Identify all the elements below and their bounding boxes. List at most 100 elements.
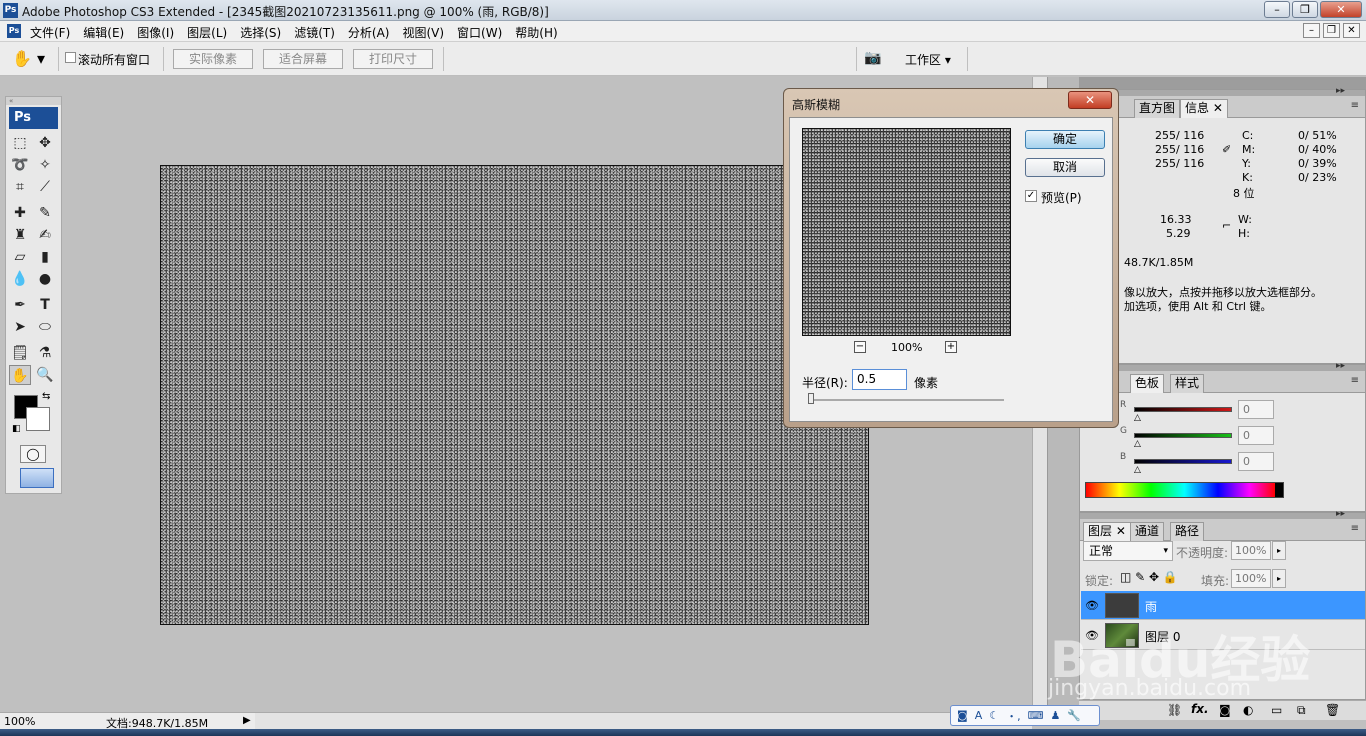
fit-screen-button[interactable]: 适合屏幕 bbox=[263, 49, 343, 69]
color-spectrum-bar[interactable] bbox=[1085, 482, 1284, 498]
menu-select[interactable]: 选择(S) bbox=[240, 24, 281, 41]
menu-file[interactable]: 文件(F) bbox=[30, 24, 70, 41]
clone-stamp-tool-icon[interactable]: ♜ bbox=[9, 225, 31, 245]
color-slider-red[interactable]: R △ 0 bbox=[1120, 400, 1280, 423]
fill-field[interactable]: 100% bbox=[1231, 569, 1271, 588]
blend-mode-select[interactable]: 正常 ▾ bbox=[1083, 541, 1173, 561]
hand-tool-icon[interactable]: ✋ bbox=[9, 365, 31, 385]
minimize-button[interactable]: – bbox=[1264, 1, 1290, 18]
cancel-button[interactable]: 取消 bbox=[1025, 158, 1105, 177]
layer-style-icon[interactable]: fx. bbox=[1191, 702, 1209, 716]
menu-analysis[interactable]: 分析(A) bbox=[348, 24, 390, 41]
layer-row[interactable]: 👁 雨 bbox=[1081, 591, 1365, 620]
document-canvas[interactable] bbox=[160, 165, 869, 625]
maximize-button[interactable]: ❐ bbox=[1292, 1, 1318, 18]
tab-histogram[interactable]: 直方图 bbox=[1134, 99, 1181, 118]
scroll-all-windows-checkbox[interactable] bbox=[65, 52, 76, 63]
panel-menu-icon[interactable]: ≡ bbox=[1351, 523, 1359, 534]
zoom-in-button[interactable]: + bbox=[945, 341, 957, 353]
eraser-tool-icon[interactable]: ▱ bbox=[9, 247, 31, 267]
ime-user-icon[interactable]: ♟ bbox=[1050, 709, 1060, 722]
blue-slider-track[interactable] bbox=[1134, 459, 1232, 464]
ok-button[interactable]: 确定 bbox=[1025, 130, 1105, 149]
palette-grip[interactable]: « bbox=[6, 97, 61, 105]
dodge-tool-icon[interactable]: ● bbox=[34, 269, 56, 289]
ime-keyboard-icon[interactable]: ⌨ bbox=[1028, 709, 1044, 722]
zoom-tool-icon[interactable]: 🔍 bbox=[34, 365, 56, 385]
hand-tool-preset-icon[interactable]: ✋ ▾ bbox=[12, 49, 52, 69]
crop-tool-icon[interactable]: ⌗ bbox=[9, 177, 31, 197]
eyedropper-tool-icon[interactable]: ⚗ bbox=[34, 343, 56, 363]
actual-pixels-button[interactable]: 实际像素 bbox=[173, 49, 253, 69]
slider-thumb-icon[interactable]: △ bbox=[1134, 465, 1141, 475]
menu-window[interactable]: 窗口(W) bbox=[457, 24, 502, 41]
close-button[interactable]: ✕ bbox=[1320, 1, 1362, 18]
doc-minimize-button[interactable]: – bbox=[1303, 23, 1320, 38]
quick-mask-icon[interactable]: ◯ bbox=[20, 445, 46, 463]
zoom-out-button[interactable]: − bbox=[854, 341, 866, 353]
blue-value-field[interactable]: 0 bbox=[1238, 452, 1274, 471]
marquee-tool-icon[interactable]: ⬚ bbox=[9, 133, 31, 153]
menu-view[interactable]: 视图(V) bbox=[402, 24, 444, 41]
history-brush-tool-icon[interactable]: ✍ bbox=[34, 225, 56, 245]
ime-moon-icon[interactable]: ☾ bbox=[989, 709, 999, 722]
opacity-field[interactable]: 100% bbox=[1231, 541, 1271, 560]
move-tool-icon[interactable]: ✥ bbox=[34, 133, 56, 153]
preview-checkbox[interactable]: ✓ bbox=[1025, 190, 1037, 202]
default-colors-icon[interactable]: ◧ bbox=[12, 424, 21, 434]
green-value-field[interactable]: 0 bbox=[1238, 426, 1274, 445]
radius-input[interactable]: 0.5 bbox=[852, 369, 907, 390]
slider-thumb-icon[interactable]: △ bbox=[1134, 439, 1141, 449]
delete-layer-icon[interactable]: 🗑 bbox=[1325, 703, 1340, 717]
opacity-slider-arrow-icon[interactable]: ▸ bbox=[1272, 541, 1286, 560]
adjustment-layer-icon[interactable]: ◐ bbox=[1243, 703, 1253, 717]
menu-help[interactable]: 帮助(H) bbox=[515, 24, 557, 41]
print-size-button[interactable]: 打印尺寸 bbox=[353, 49, 433, 69]
ime-toolbar[interactable]: ◙ A ☾ ・, ⌨ ♟ 🔧 bbox=[950, 705, 1100, 726]
red-value-field[interactable]: 0 bbox=[1238, 400, 1274, 419]
dialog-close-button[interactable]: ✕ bbox=[1068, 91, 1112, 109]
link-layers-icon[interactable]: ⛓ bbox=[1167, 703, 1182, 717]
menu-edit[interactable]: 编辑(E) bbox=[83, 24, 124, 41]
new-layer-icon[interactable]: ⧉ bbox=[1297, 703, 1306, 718]
lasso-tool-icon[interactable]: ➰ bbox=[9, 155, 31, 175]
tab-paths[interactable]: 路径 bbox=[1170, 522, 1205, 541]
magic-wand-tool-icon[interactable]: ✧ bbox=[34, 155, 56, 175]
tab-layers[interactable]: 图层 ✕ bbox=[1083, 522, 1131, 541]
radius-slider-track[interactable] bbox=[810, 399, 1004, 401]
slider-thumb-icon[interactable]: △ bbox=[1134, 413, 1141, 423]
panel-menu-icon[interactable]: ≡ bbox=[1351, 375, 1359, 386]
new-group-icon[interactable]: ▭ bbox=[1271, 703, 1282, 717]
path-selection-tool-icon[interactable]: ➤ bbox=[9, 317, 31, 337]
lock-icons[interactable]: ◫ ✎ ✥ 🔒 bbox=[1120, 570, 1178, 584]
background-color-swatch[interactable] bbox=[26, 407, 50, 431]
menu-image[interactable]: 图像(I) bbox=[137, 24, 174, 41]
green-slider-track[interactable] bbox=[1134, 433, 1232, 438]
eye-icon[interactable]: 👁 bbox=[1085, 599, 1099, 612]
slice-tool-icon[interactable]: ⟋ bbox=[34, 177, 56, 197]
screen-mode-icon[interactable] bbox=[20, 468, 54, 488]
radius-slider-thumb[interactable] bbox=[808, 393, 814, 404]
add-mask-icon[interactable]: ◙ bbox=[1219, 703, 1231, 717]
healing-brush-tool-icon[interactable]: ✚ bbox=[9, 203, 31, 223]
ime-logo-icon[interactable]: ◙ bbox=[957, 709, 968, 722]
blur-tool-icon[interactable]: 💧 bbox=[9, 269, 31, 289]
menu-layer[interactable]: 图层(L) bbox=[187, 24, 227, 41]
ime-punct-icon[interactable]: ・, bbox=[1006, 708, 1021, 724]
ime-mode-icon[interactable]: A bbox=[975, 709, 983, 722]
swap-colors-icon[interactable]: ⇆ bbox=[42, 391, 50, 402]
color-slider-blue[interactable]: B △ 0 bbox=[1120, 452, 1280, 475]
pen-tool-icon[interactable]: ✒ bbox=[9, 295, 31, 315]
notes-tool-icon[interactable]: 🗒 bbox=[9, 343, 31, 363]
status-menu-arrow-icon[interactable]: ▶ bbox=[243, 715, 251, 726]
doc-close-button[interactable]: ✕ bbox=[1343, 23, 1360, 38]
fill-slider-arrow-icon[interactable]: ▸ bbox=[1272, 569, 1286, 588]
horizontal-scrollbar[interactable] bbox=[255, 712, 1032, 729]
bridge-icon[interactable]: 📷 bbox=[864, 50, 886, 68]
doc-restore-button[interactable]: ❐ bbox=[1323, 23, 1340, 38]
document-icon[interactable]: Ps bbox=[7, 24, 21, 38]
menu-filter[interactable]: 滤镜(T) bbox=[294, 24, 335, 41]
type-tool-icon[interactable]: T bbox=[34, 295, 56, 315]
ime-settings-icon[interactable]: 🔧 bbox=[1067, 709, 1081, 722]
blur-preview-image[interactable] bbox=[802, 128, 1011, 336]
